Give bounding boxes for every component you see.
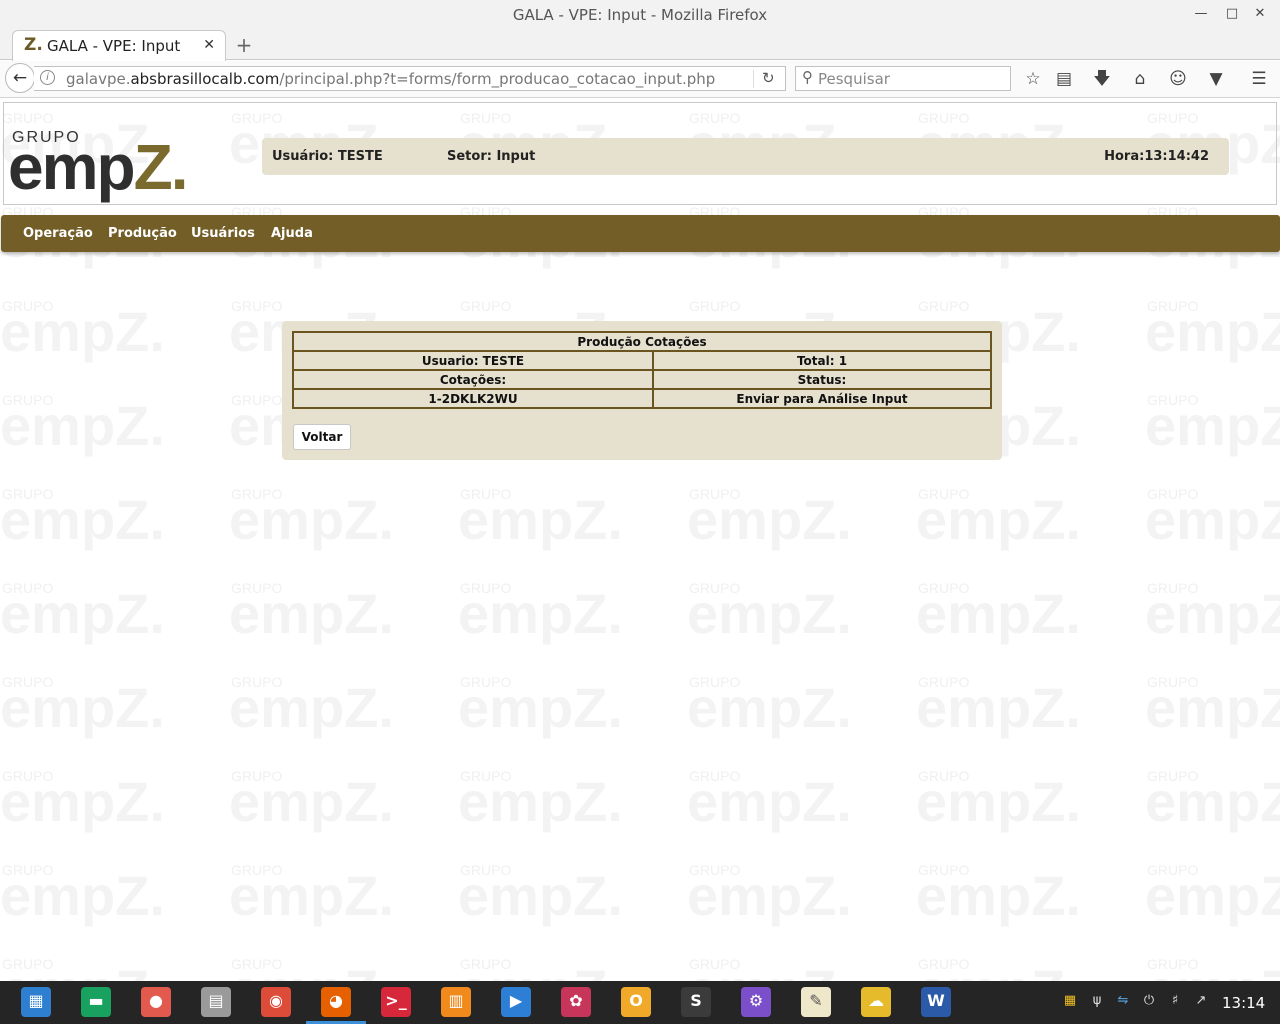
app-store-icon[interactable]: ▥ — [441, 987, 471, 1017]
menu-ajuda[interactable]: Ajuda — [271, 226, 313, 241]
stack-icon[interactable]: ▦ — [1062, 993, 1078, 1008]
outlook-glyph: O — [629, 991, 643, 1010]
text-editor-icon[interactable]: ✎ — [801, 987, 831, 1017]
url-text[interactable]: galavpe.absbrasillocalb.com/principal.ph… — [66, 70, 715, 88]
tab-strip: Z. GALA - VPE: Input ✕ + — [0, 30, 1280, 61]
window-titlebar: GALA - VPE: Input - Mozilla Firefox — □ … — [0, 0, 1280, 30]
window-title: GALA - VPE: Input - Mozilla Firefox — [512, 6, 768, 24]
teamviewer-icon[interactable]: ⇋ — [1115, 993, 1131, 1008]
current-sector: Setor: Input — [447, 149, 536, 164]
menu-operacao[interactable]: Operação — [23, 226, 93, 241]
empz-logo: GRUPO empZ. — [8, 129, 208, 199]
archive-icon[interactable]: ▤ — [201, 987, 231, 1017]
power-icon[interactable]: ⏻ — [1141, 993, 1157, 1008]
app-store-glyph: ▥ — [448, 991, 464, 1010]
pocket-icon[interactable]: ▼ — [1205, 68, 1227, 90]
back-button[interactable]: ← — [5, 63, 35, 93]
dev-tools-glyph: ⚙ — [748, 991, 764, 1010]
word-icon[interactable]: W — [921, 987, 951, 1017]
current-user: Usuário: TESTE — [272, 149, 383, 164]
screen-recorder-glyph: ● — [149, 991, 163, 1010]
producao-cotacoes-panel: Produção Cotações Usuario: TESTE Total: … — [282, 321, 1002, 460]
voltar-button[interactable]: Voltar — [293, 424, 351, 450]
cotacao-id-cell: 1-2DKLK2WU — [292, 388, 654, 409]
terminal-glyph: >_ — [385, 991, 407, 1010]
menu-producao[interactable]: Produção — [108, 226, 177, 241]
chrome-icon[interactable]: ◉ — [261, 987, 291, 1017]
volume-icon[interactable]: ♯ — [1167, 993, 1183, 1008]
settings-glyph: ✿ — [569, 991, 583, 1010]
table-title: Produção Cotações — [292, 331, 992, 352]
firefox-glyph: ◕ — [329, 991, 343, 1010]
bookmark-star-icon[interactable]: ☆ — [1022, 68, 1044, 90]
minimize-icon[interactable]: — — [1190, 4, 1212, 24]
search-bar[interactable]: ⚲ — [795, 66, 1011, 91]
maximize-icon[interactable]: □ — [1221, 4, 1243, 24]
cloud-drive-glyph: ☁ — [868, 991, 884, 1010]
tab-close-icon[interactable]: ✕ — [203, 37, 215, 53]
hamburger-menu-icon[interactable]: ☰ — [1248, 68, 1270, 90]
screen-recorder-icon[interactable]: ● — [141, 987, 171, 1017]
close-window-icon[interactable]: ✕ — [1249, 4, 1271, 24]
video-player-icon[interactable]: ▶ — [501, 987, 531, 1017]
status-header-cell: Status: — [652, 369, 992, 390]
download-icon[interactable]: 🡇 — [1091, 68, 1113, 90]
current-time: Hora:13:14:42 — [1104, 149, 1209, 164]
file-manager-glyph: ▬ — [88, 991, 104, 1010]
chrome-glyph: ◉ — [269, 991, 283, 1010]
sublime-text-icon[interactable]: S — [681, 987, 711, 1017]
search-icon: ⚲ — [802, 68, 813, 86]
file-manager-icon[interactable]: ▬ — [81, 987, 111, 1017]
launcher-icon[interactable]: ▦ — [21, 987, 51, 1017]
cotacoes-header-cell: Cotações: — [292, 369, 654, 390]
favicon-icon: Z. — [24, 35, 43, 55]
terminal-icon[interactable]: >_ — [381, 987, 411, 1017]
page-header: GRUPO empZ. Usuário: TESTE Setor: Input … — [3, 102, 1277, 205]
url-bar[interactable]: i galavpe.absbrasillocalb.com/principal.… — [34, 66, 786, 91]
tab-gala-vpe-input[interactable]: Z. GALA - VPE: Input ✕ — [12, 30, 226, 61]
os-taskbar: ▦ ▬ ● ▤ ◉ ◕ >_ ▥ ▶ ✿ O S ⚙ ✎ ☁ W ▦ ψ ⇋ ⏻ ♯ ↗ 13:14 — [0, 981, 1280, 1024]
home-icon[interactable]: ⌂ — [1129, 68, 1151, 90]
video-player-glyph: ▶ — [509, 991, 523, 1010]
new-tab-icon[interactable]: + — [233, 33, 255, 57]
search-input[interactable] — [818, 69, 1006, 89]
dev-tools-icon[interactable]: ⚙ — [741, 987, 771, 1017]
outlook-icon[interactable]: O — [621, 987, 651, 1017]
logo-brand-text: empZ. — [8, 131, 188, 203]
url-separator — [753, 70, 754, 88]
reading-list-icon[interactable]: ▤ — [1053, 68, 1075, 90]
table-row: Cotações: Status: — [292, 369, 992, 390]
producao-cotacoes-table: Produção Cotações Usuario: TESTE Total: … — [292, 331, 992, 409]
table-row: Usuario: TESTE Total: 1 — [292, 350, 992, 371]
text-editor-glyph: ✎ — [809, 991, 823, 1010]
navigation-toolbar: ← i galavpe.absbrasillocalb.com/principa… — [0, 61, 1280, 98]
usuario-cell: Usuario: TESTE — [292, 350, 654, 371]
site-info-icon[interactable]: i — [40, 70, 55, 85]
session-info-bar: Usuário: TESTE Setor: Input Hora:13:14:4… — [262, 138, 1229, 175]
settings-icon[interactable]: ✿ — [561, 987, 591, 1017]
main-menu: Operação Produção Usuários Ajuda — [1, 215, 1280, 252]
chat-icon[interactable]: ☺ — [1167, 68, 1189, 90]
cloud-drive-icon[interactable]: ☁ — [861, 987, 891, 1017]
status-value-cell: Enviar para Análise Input — [652, 388, 992, 409]
menu-usuarios[interactable]: Usuários — [191, 226, 255, 241]
page-content: GRUPO empZ. Usuário: TESTE Setor: Input … — [0, 99, 1280, 981]
sublime-text-glyph: S — [690, 991, 702, 1010]
table-title-row: Produção Cotações — [292, 331, 992, 352]
archive-glyph: ▤ — [208, 991, 224, 1010]
launcher-glyph: ▦ — [28, 991, 44, 1010]
word-glyph: W — [927, 991, 945, 1010]
tab-label: GALA - VPE: Input — [47, 37, 181, 55]
table-row: 1-2DKLK2WU Enviar para Análise Input — [292, 388, 992, 409]
back-arrow-icon: ← — [12, 68, 28, 88]
taskbar-clock[interactable]: 13:14 — [1222, 994, 1265, 1012]
total-cell: Total: 1 — [652, 350, 992, 371]
network-icon[interactable]: ↗ — [1193, 993, 1209, 1008]
firefox-icon[interactable]: ◕ — [306, 987, 366, 1024]
reload-icon[interactable]: ↻ — [762, 69, 775, 87]
usb-icon[interactable]: ψ — [1089, 993, 1105, 1008]
